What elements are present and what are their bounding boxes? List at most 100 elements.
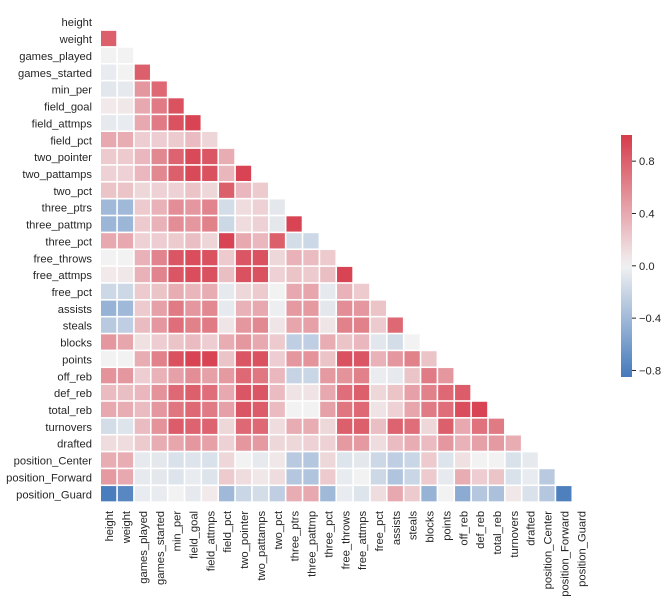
heatmap-cell-position_Guard-assists [387,486,403,502]
heatmap-cell-turnovers-games_played [134,418,150,434]
heatmap-cell-field_pct-weight [117,132,134,148]
heatmap-cell-free_pct-three_pattmp [303,283,319,300]
heatmap-cell-position_Guard-min_per [168,486,184,502]
heatmap-cell-turnovers-weight [117,418,134,434]
heatmap-cell-drafted-games_played [134,435,150,451]
heatmap-cell-def_reb-games_played [134,384,150,401]
heatmap-cell-field_goal-games_played [134,98,150,114]
x-tick-label: assists [391,511,403,546]
heatmap-cell-position_Guard-height [101,486,117,502]
heatmap-cell-two_pointer-field_attmps [202,148,218,165]
y-tick-label: field_pct [50,135,93,147]
heatmap-cell-position_Guard-weight [117,486,134,502]
heatmap-cell-position_Guard-blocks [421,486,437,502]
heatmap-cell-steals-min_per [168,317,184,333]
heatmap-cell-free_throws-three_pattmp [303,250,319,266]
heatmap-cell-drafted-total_reb [488,435,505,451]
heatmap-cell-off_reb-three_pattmp [303,368,319,384]
heatmap-cell-def_reb-free_pct [370,384,387,401]
heatmap-cell-assists-games_started [151,300,167,316]
heatmap-cell-free_throws-field_pct [219,250,235,266]
y-tick-label: off_reb [57,371,92,383]
heatmap-cell-drafted-assists [387,435,403,451]
heatmap-cell-drafted-points [438,435,454,451]
heatmap-cell-position_Center-field_pct [219,452,235,468]
heatmap-cell-def_reb-two_pattamps [252,384,268,401]
heatmap-cell-position_Center-free_throws [337,452,353,468]
y-tick-label: drafted [57,439,92,451]
heatmap-cell-steals-games_played [134,317,150,333]
heatmap-cell-total_reb-steals [404,401,420,418]
heatmap-cell-field_pct-games_started [151,132,167,148]
heatmap-cell-off_reb-field_attmps [202,368,218,384]
heatmap-cell-games_played-weight [117,47,134,63]
heatmap-cell-drafted-free_pct [370,435,387,451]
heatmap-cell-assists-three_ptrs [286,300,302,316]
heatmap-cell-position_Center-three_ptrs [286,452,302,468]
heatmap-cell-games_started-weight [117,64,134,80]
y-tick-label: two_pattamps [22,169,92,181]
heatmap-cell-two_pattamps-two_pointer [235,165,252,181]
heatmap-cell-steals-two_pct [269,317,285,333]
heatmap-cell-assists-min_per [168,300,184,316]
heatmap-cell-drafted-turnovers [505,435,521,451]
heatmap-cell-position_Forward-three_ptrs [286,469,302,485]
heatmap-cell-steals-field_pct [219,317,235,333]
x-tick-label: position_Center [543,511,555,590]
heatmap-cell-points-field_attmps [202,351,218,367]
heatmap-cell-min_per-height [101,81,117,97]
heatmap-cell-position_Guard-steals [404,486,420,502]
x-tick-label: turnovers [509,511,521,558]
heatmap-cell-field_goal-weight [117,98,134,114]
heatmap-cell-def_reb-weight [117,384,134,401]
heatmap-cell-assists-games_played [134,300,150,316]
x-tick-label: drafted [526,511,538,546]
heatmap-cell-position_Center-games_played [134,452,150,468]
heatmap-cell-turnovers-three_ptrs [286,418,302,434]
heatmap-cell-turnovers-free_attmps [353,418,370,434]
heatmap-cell-total_reb-def_reb [471,401,488,418]
x-tick-label: def_reb [475,511,487,549]
heatmap-cell-position_Forward-height [101,469,117,485]
heatmap-cell-three_ptrs-games_played [134,199,150,215]
heatmap-cell-steals-two_pointer [235,317,252,333]
heatmap-cell-free_attmps-field_attmps [202,266,218,283]
x-tick-label: field_goal [189,511,201,559]
heatmap-cell-position_Forward-field_attmps [202,469,218,485]
heatmap-cell-field_attmps-weight [117,115,134,131]
heatmap-cell-total_reb-weight [117,401,134,418]
heatmap-cell-steals-three_pattmp [303,317,319,333]
heatmap-cell-total_reb-height [101,401,117,418]
heatmap-cell-free_throws-two_pattamps [252,250,268,266]
heatmap-cell-three_pattmp-two_pointer [235,216,252,232]
heatmap-cell-position_Forward-three_pct [320,469,336,485]
y-tick-label: turnovers [45,422,92,434]
heatmap-cell-turnovers-three_pattmp [303,418,319,434]
heatmap-cell-two_pct-field_pct [219,182,235,198]
heatmap-cell-position_Forward-turnovers [505,469,521,485]
heatmap-cell-drafted-two_pct [269,435,285,451]
y-tick-label: points [62,354,92,366]
heatmap-cell-def_reb-field_attmps [202,384,218,401]
heatmap-cell-position_Guard-position_Forward [556,486,572,502]
heatmap-cell-three_ptrs-two_pattamps [252,199,268,215]
heatmap-cell-steals-assists [387,317,403,333]
heatmap-cell-position_Center-blocks [421,452,437,468]
heatmap-cell-min_per-games_played [134,81,150,97]
x-tick-label: three_pattmp [307,511,319,577]
heatmap-cell-off_reb-assists [387,368,403,384]
heatmap-cell-position_Guard-def_reb [471,486,488,502]
heatmap-cell-drafted-two_pointer [235,435,252,451]
colorbar-tick-label: −0.8 [639,365,661,377]
heatmap-cell-free_pct-games_played [134,283,150,300]
heatmap-cell-position_Center-weight [117,452,134,468]
y-tick-label: position_Guard [16,489,92,501]
heatmap-cell-def_reb-two_pointer [235,384,252,401]
heatmap-cell-drafted-two_pattamps [252,435,268,451]
heatmap-cell-free_pct-field_goal [185,283,201,300]
heatmap-cell-field_goal-height [101,98,117,114]
heatmap-cell-off_reb-free_throws [337,368,353,384]
heatmap-cell-field_pct-field_goal [185,132,201,148]
heatmap-cell-position_Guard-three_pattmp [303,486,319,502]
heatmap-cell-points-height [101,351,117,367]
